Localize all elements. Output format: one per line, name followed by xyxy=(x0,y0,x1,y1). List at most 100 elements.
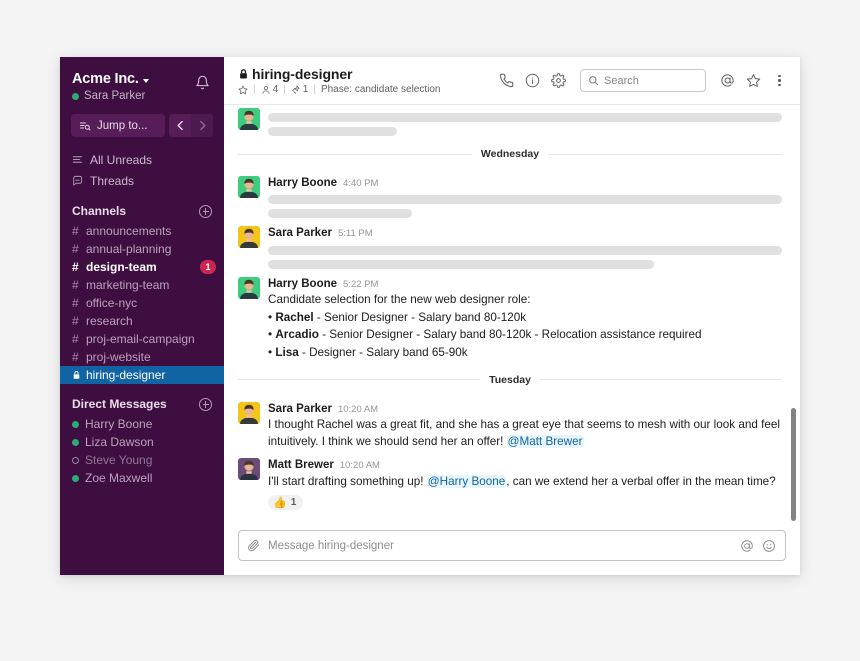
sidebar-channel-proj-website[interactable]: # proj-website xyxy=(60,348,224,366)
unread-badge: 1 xyxy=(200,260,216,274)
message: Sara Parker 10:20 AM I thought Rachel was … xyxy=(238,396,782,453)
text-pre: I'll start drafting something up! xyxy=(268,474,427,488)
reaction-row: 👍 1 xyxy=(268,490,782,511)
mention-link[interactable]: @Matt Brewer xyxy=(506,434,584,448)
sidebar-dm-harry-boone[interactable]: Harry Boone xyxy=(60,415,224,433)
message-body: Matt Brewer 10:20 AM I'll start drafting s… xyxy=(268,458,782,511)
sidebar-dm-zoe-maxwell[interactable]: Zoe Maxwell xyxy=(60,469,224,487)
channel-title[interactable]: hiring-designer xyxy=(238,66,498,82)
message-partial xyxy=(238,105,782,138)
presence-indicator xyxy=(72,420,79,428)
sidebar-channel-label: annual-planning xyxy=(86,242,172,256)
sidebar-channel-marketing-team[interactable]: # marketing-team xyxy=(60,276,224,294)
bullet-name: Lisa xyxy=(275,345,299,359)
mention-link[interactable]: @Harry Boone xyxy=(426,474,507,488)
avatar[interactable] xyxy=(238,226,260,249)
chevron-right-icon[interactable] xyxy=(191,114,213,137)
dms-section-header[interactable]: Direct Messages xyxy=(60,393,224,415)
search-input[interactable]: Search xyxy=(580,69,706,92)
text-post: , can we extend her a verbal offer in th… xyxy=(506,474,776,488)
sidebar-channel-proj-email-campaign[interactable]: # proj-email-campaign xyxy=(60,330,224,348)
reaction-count: 1 xyxy=(290,497,297,509)
sidebar-channel-announcements[interactable]: # announcements xyxy=(60,222,224,240)
avatar[interactable] xyxy=(238,176,260,198)
message-author[interactable]: Sara Parker xyxy=(268,226,332,240)
kebab-menu-icon[interactable] xyxy=(771,72,788,89)
bullet-detail: - Designer - Salary band 65-90k xyxy=(298,345,468,359)
info-circle-icon[interactable] xyxy=(524,72,541,89)
plus-circle-icon[interactable] xyxy=(199,204,212,218)
reaction-thumbsup[interactable]: 👍 1 xyxy=(268,495,304,511)
thumbsup-icon: 👍 xyxy=(273,497,287,510)
sidebar-item-all-unreads[interactable]: All Unreads xyxy=(60,149,224,170)
message-scroll-area[interactable]: Wednesday Harry Boone 4:40 PM Sara Parker 5:… xyxy=(224,105,800,522)
star-outline-icon[interactable] xyxy=(745,72,762,89)
pin-count[interactable]: 1 xyxy=(291,84,308,95)
lock-icon xyxy=(238,68,249,80)
meta-separator: | xyxy=(253,84,256,95)
chevron-down-icon xyxy=(142,78,149,83)
sidebar-dm-steve-young[interactable]: Steve Young xyxy=(60,451,224,469)
smiley-icon[interactable] xyxy=(762,539,776,553)
avatar[interactable] xyxy=(238,108,260,130)
phone-icon[interactable] xyxy=(498,72,515,89)
message-text: I thought Rachel was a great fit, and sh… xyxy=(268,417,782,450)
avatar[interactable] xyxy=(238,276,260,299)
redacted-message-line xyxy=(268,245,782,255)
sidebar-dm-liza-dawson[interactable]: Liza Dawson xyxy=(60,433,224,451)
message-author[interactable]: Sara Parker xyxy=(268,402,332,416)
jump-to-icon xyxy=(79,120,91,132)
sidebar-channel-label: proj-website xyxy=(86,350,151,364)
message-author[interactable]: Harry Boone xyxy=(268,176,337,190)
dms-section-title: Direct Messages xyxy=(72,397,167,411)
channel-title-block[interactable]: hiring-designer | 4 | 1 | Phase: candida… xyxy=(238,66,498,95)
paperclip-icon[interactable] xyxy=(247,539,260,552)
hash-icon: # xyxy=(72,296,79,310)
team-name-button[interactable]: Acme Inc. xyxy=(72,71,192,87)
threads-icon xyxy=(72,175,83,186)
at-icon[interactable] xyxy=(719,72,736,89)
lock-icon xyxy=(72,370,82,380)
redacted-message-line xyxy=(268,209,412,219)
message-body: Sara Parker 5:11 PM xyxy=(268,226,782,269)
bell-icon[interactable] xyxy=(192,72,212,92)
message-body: Sara Parker 10:20 AM I thought Rachel was … xyxy=(268,402,782,451)
bullet-detail: - Senior Designer - Salary band 80-120k … xyxy=(318,328,702,342)
member-count[interactable]: 4 xyxy=(261,84,278,95)
at-icon[interactable] xyxy=(740,539,754,553)
sidebar-channel-label: proj-email-campaign xyxy=(86,332,195,346)
message-scrollbar[interactable] xyxy=(791,408,796,521)
message: Harry Boone 5:22 PM Candidate selection fo… xyxy=(238,271,782,364)
sidebar-channel-label: research xyxy=(86,314,133,328)
avatar[interactable] xyxy=(238,401,260,424)
sidebar-channel-office-nyc[interactable]: # office-nyc xyxy=(60,294,224,312)
message-bullet: • Arcadio - Senior Designer - Salary ban… xyxy=(268,327,782,344)
current-user[interactable]: Sara Parker xyxy=(72,90,192,102)
jump-to-row: Jump to... xyxy=(71,114,213,137)
channels-section-header[interactable]: Channels xyxy=(60,200,224,222)
sidebar-channel-design-team[interactable]: # design-team 1 xyxy=(60,258,224,276)
message-author[interactable]: Harry Boone xyxy=(268,277,337,291)
jump-to-label: Jump to... xyxy=(97,119,148,132)
chevron-left-icon[interactable] xyxy=(169,114,191,137)
star-outline-icon[interactable] xyxy=(238,85,248,95)
sidebar-channel-research[interactable]: # research xyxy=(60,312,224,330)
message-header: Harry Boone 5:22 PM xyxy=(268,277,782,291)
message-author[interactable]: Matt Brewer xyxy=(268,458,334,472)
sidebar-channel-hiring-designer[interactable]: hiring-designer xyxy=(60,366,224,384)
meta-separator: | xyxy=(283,84,286,95)
gear-icon[interactable] xyxy=(550,72,567,89)
channel-list: # announcements # annual-planning # design-te… xyxy=(60,222,224,384)
channel-topic[interactable]: Phase: candidate selection xyxy=(321,84,441,95)
jump-to-button[interactable]: Jump to... xyxy=(71,114,165,137)
sidebar-item-threads[interactable]: Threads xyxy=(60,170,224,191)
message-input[interactable]: Message hiring-designer xyxy=(238,530,786,561)
message: Harry Boone 4:40 PM xyxy=(238,170,782,220)
sidebar-channel-annual-planning[interactable]: # annual-planning xyxy=(60,240,224,258)
avatar[interactable] xyxy=(238,458,260,481)
message-timestamp: 10:20 AM xyxy=(337,403,379,415)
bullet-name: Rachel xyxy=(275,310,314,324)
sidebar-channel-label: announcements xyxy=(86,224,172,238)
plus-circle-icon[interactable] xyxy=(199,397,212,411)
team-header[interactable]: Acme Inc. Sara Parker xyxy=(60,71,224,102)
